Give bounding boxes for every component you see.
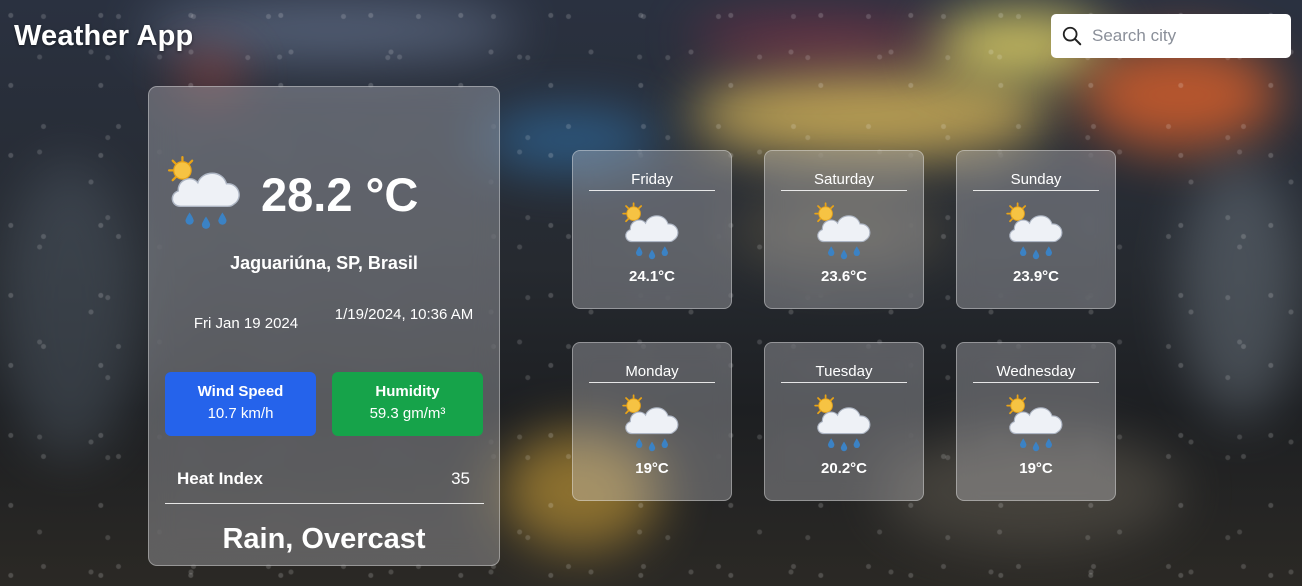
sun-behind-rain-cloud-icon — [620, 392, 684, 456]
app-title: Weather App — [14, 20, 194, 52]
humidity-value: 59.3 gm/m³ — [369, 405, 446, 422]
forecast-temperature: 23.6°C — [820, 268, 868, 285]
forecast-day: Friday — [589, 171, 715, 191]
sun-behind-rain-cloud-icon — [1004, 392, 1068, 456]
forecast-temperature: 23.9°C — [1012, 268, 1060, 285]
wind-speed-card: Wind Speed 10.7 km/h — [165, 372, 316, 436]
forecast-card-monday: Monday 19°C — [572, 342, 732, 501]
current-weather-card: 28.2 °C Jaguariúna, SP, Brasil Fri Jan 1… — [148, 86, 500, 566]
search-box[interactable] — [1051, 14, 1291, 58]
forecast-card-friday: Friday 24.1°C — [572, 150, 732, 309]
sun-behind-rain-cloud-icon — [812, 200, 876, 264]
sun-behind-rain-cloud-icon — [620, 200, 684, 264]
forecast-card-wednesday: Wednesday 19°C — [956, 342, 1116, 501]
wind-speed-label: Wind Speed — [197, 383, 284, 400]
humidity-label: Humidity — [375, 383, 440, 400]
location-name: Jaguariúna, SP, Brasil — [230, 253, 418, 273]
forecast-day: Wednesday — [973, 363, 1099, 383]
divider — [165, 503, 484, 504]
forecast-day: Monday — [589, 363, 715, 383]
search-input[interactable] — [1092, 26, 1282, 46]
forecast-day: Tuesday — [781, 363, 907, 383]
forecast-card-saturday: Saturday 23.6°C — [764, 150, 924, 309]
humidity-card: Humidity 59.3 gm/m³ — [332, 372, 483, 436]
current-temperature: 28.2 °C — [261, 168, 419, 221]
forecast-day: Sunday — [973, 171, 1099, 191]
current-datetime: 1/19/2024, 10:36 AM — [334, 306, 474, 323]
forecast-temperature: 24.1°C — [628, 268, 676, 285]
sun-behind-rain-cloud-icon — [165, 153, 247, 235]
current-date: Fri Jan 19 2024 — [193, 315, 299, 332]
weather-condition: Rain, Overcast — [222, 523, 426, 555]
forecast-day: Saturday — [781, 171, 907, 191]
forecast-temperature: 20.2°C — [820, 460, 868, 477]
forecast-temperature: 19°C — [635, 460, 669, 477]
search-icon[interactable] — [1061, 25, 1083, 47]
forecast-temperature: 19°C — [1019, 460, 1053, 477]
heat-index-label: Heat Index — [177, 469, 263, 488]
forecast-card-sunday: Sunday 23.9°C — [956, 150, 1116, 309]
forecast-card-tuesday: Tuesday 20.2°C — [764, 342, 924, 501]
sun-behind-rain-cloud-icon — [1004, 200, 1068, 264]
wind-speed-value: 10.7 km/h — [207, 405, 274, 422]
heat-index-value: 35 — [451, 469, 470, 488]
sun-behind-rain-cloud-icon — [812, 392, 876, 456]
